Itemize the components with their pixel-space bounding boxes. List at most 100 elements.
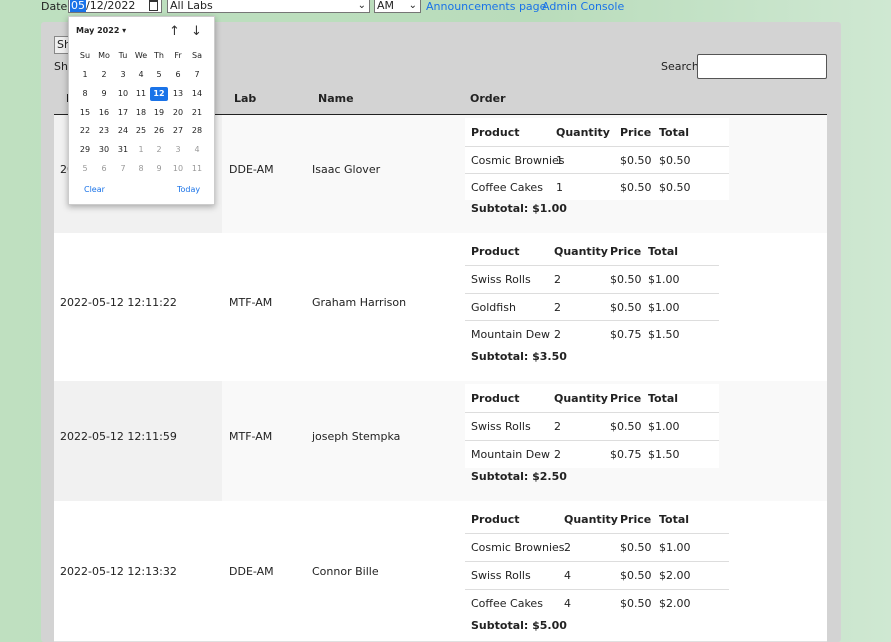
calendar-day[interactable]: 5 <box>76 162 94 176</box>
total-header: Total <box>648 245 679 258</box>
calendar-day[interactable]: 31 <box>114 143 132 157</box>
total-cell: $1.50 <box>648 448 680 461</box>
product-cell: Cosmic Brownies <box>471 154 565 167</box>
arrow-up-icon[interactable]: ↑ <box>169 24 180 39</box>
product-cell: Mountain Dew <box>471 328 550 341</box>
total-header: Total <box>659 126 690 139</box>
quantity-header: Quantity <box>556 126 610 139</box>
calendar-day[interactable]: 27 <box>169 124 187 138</box>
price-cell: $0.50 <box>620 154 652 167</box>
quantity-cell: 2 <box>554 328 561 341</box>
order-row-divider <box>465 265 719 266</box>
weekday-label: Su <box>79 51 91 60</box>
period-select-value: AM <box>377 0 395 12</box>
calendar-day[interactable]: 11 <box>188 162 206 176</box>
calendar-day[interactable]: 10 <box>114 87 132 101</box>
name-column-header[interactable]: Name <box>318 92 354 105</box>
price-cell: $0.50 <box>620 569 652 582</box>
order-row-divider <box>465 533 729 534</box>
calendar-day[interactable]: 11 <box>132 87 150 101</box>
quantity-cell: 2 <box>554 273 561 286</box>
order-row-divider <box>465 320 719 321</box>
announcements-link[interactable]: Announcements page <box>426 0 546 13</box>
order-column-header[interactable]: Order <box>470 92 506 105</box>
quantity-cell: 1 <box>556 154 563 167</box>
calendar-day[interactable]: 10 <box>169 162 187 176</box>
price-header: Price <box>620 126 652 139</box>
calendar-day[interactable]: 9 <box>150 162 168 176</box>
calendar-day[interactable]: 29 <box>76 143 94 157</box>
lab-cell: DDE-AM <box>229 565 274 578</box>
calendar-day[interactable]: 6 <box>95 162 113 176</box>
calendar-month-label[interactable]: May 2022 ▾ <box>76 26 126 35</box>
order-row-divider <box>465 412 719 413</box>
calendar-clear-button[interactable]: Clear <box>84 185 105 194</box>
calendar-day[interactable]: 14 <box>188 87 206 101</box>
calendar-day[interactable]: 16 <box>95 106 113 120</box>
calendar-day[interactable]: 8 <box>76 87 94 101</box>
calendar-day[interactable]: 19 <box>150 106 168 120</box>
weekday-label: Sa <box>192 51 202 60</box>
calendar-day[interactable]: 23 <box>95 124 113 138</box>
table-row: 2022-05-12 12:11:59 MTF-AM joseph Stempka P… <box>54 381 827 502</box>
product-cell: Swiss Rolls <box>471 569 531 582</box>
order-table: Product Quantity Price Total Swiss Rolls 2 $0.… <box>465 384 719 468</box>
date-input[interactable]: 05/12/2022 <box>68 0 162 13</box>
product-cell: Swiss Rolls <box>471 420 531 433</box>
calendar-day[interactable]: 4 <box>132 68 150 82</box>
total-cell: $1.00 <box>648 273 680 286</box>
calendar-day[interactable]: 25 <box>132 124 150 138</box>
total-cell: $1.00 <box>648 300 680 314</box>
calendar-day[interactable]: 15 <box>76 106 94 120</box>
lab-cell: MTF-AM <box>229 296 273 310</box>
quantity-header: Quantity <box>554 245 608 258</box>
calendar-day[interactable]: 7 <box>188 68 206 82</box>
calendar-today-button[interactable]: Today <box>177 185 200 194</box>
price-cell: $0.50 <box>620 181 652 194</box>
calendar-day[interactable]: 13 <box>169 87 187 101</box>
calendar-day[interactable]: 24 <box>114 124 132 138</box>
quantity-header: Quantity <box>554 392 608 405</box>
order-row-divider <box>465 292 719 294</box>
calendar-day[interactable]: 1 <box>132 143 150 157</box>
calendar-day[interactable]: 28 <box>188 124 206 138</box>
weekday-label: Tu <box>118 51 128 60</box>
quantity-cell: 4 <box>564 569 571 582</box>
total-cell: $2.00 <box>659 597 691 610</box>
calendar-day[interactable]: 7 <box>114 162 132 176</box>
calendar-day[interactable]: 6 <box>169 68 187 82</box>
price-cell: $0.75 <box>610 328 642 341</box>
calendar-day[interactable]: 26 <box>150 124 168 138</box>
subtotal-text: Subtotal: $5.00 <box>471 619 567 632</box>
calendar-day[interactable]: 2 <box>95 68 113 82</box>
date-month-segment[interactable]: 05 <box>70 0 86 12</box>
calendar-day[interactable]: 4 <box>188 143 206 157</box>
calendar-day[interactable]: 18 <box>132 106 150 120</box>
order-table: Product Quantity Price Total Cosmic Brownies… <box>465 505 729 617</box>
calendar-day[interactable]: 9 <box>95 87 113 101</box>
calendar-icon[interactable] <box>149 0 158 11</box>
calendar-day[interactable]: 5 <box>150 68 168 82</box>
period-select[interactable]: AM ⌄ <box>374 0 421 13</box>
search-input[interactable] <box>697 54 827 79</box>
calendar-day[interactable]: 12 <box>150 86 168 101</box>
quantity-cell: 2 <box>554 300 561 314</box>
price-cell: $0.50 <box>610 273 642 286</box>
calendar-day[interactable]: 22 <box>76 124 94 138</box>
calendar-day[interactable]: 1 <box>76 68 94 82</box>
arrow-down-icon[interactable]: ↓ <box>191 24 202 39</box>
calendar-day[interactable]: 3 <box>169 143 187 157</box>
calendar-day[interactable]: 8 <box>132 162 150 176</box>
calendar-day[interactable]: 3 <box>114 68 132 82</box>
lab-select[interactable]: All Labs ⌄ <box>167 0 370 13</box>
admin-console-link[interactable]: Admin Console <box>542 0 624 13</box>
calendar-day[interactable]: 21 <box>188 106 206 120</box>
quantity-cell: 2 <box>554 448 561 461</box>
calendar-day[interactable]: 2 <box>150 143 168 157</box>
calendar-day[interactable]: 30 <box>95 143 113 157</box>
calendar-day[interactable]: 17 <box>114 106 132 120</box>
order-table: Product Quantity Price Total Swiss Rolls 2 $0.… <box>465 237 719 348</box>
lab-column-header[interactable]: Lab <box>234 92 256 105</box>
calendar-day[interactable]: 20 <box>169 106 187 120</box>
order-row-divider <box>465 589 729 590</box>
